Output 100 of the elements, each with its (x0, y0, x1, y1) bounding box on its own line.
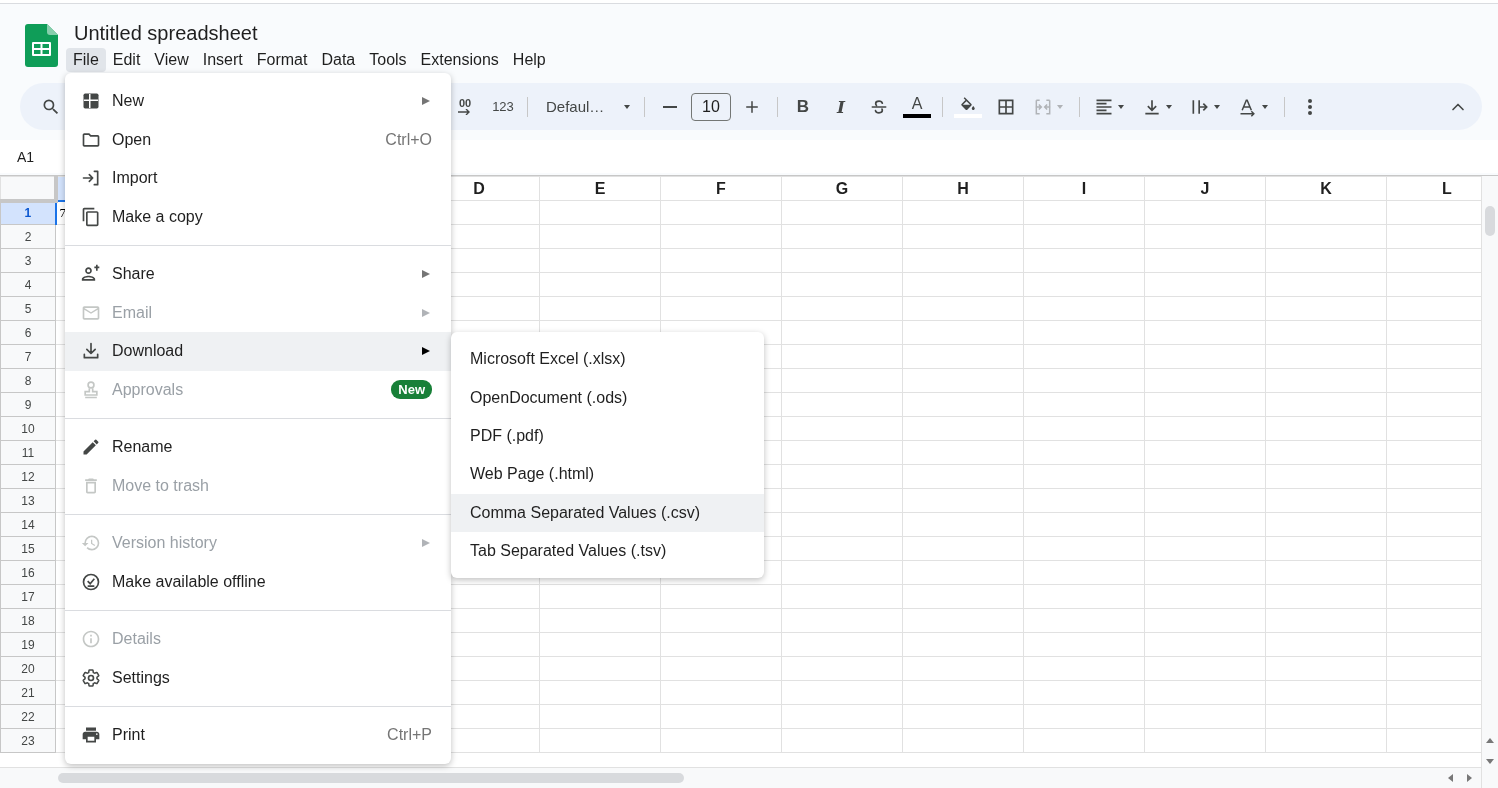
column-header[interactable]: J (1144, 176, 1266, 201)
table-cell[interactable] (781, 344, 903, 369)
table-cell[interactable] (902, 296, 1024, 321)
text-color-button[interactable]: A (903, 92, 931, 121)
row-header[interactable]: 16 (0, 560, 56, 585)
row-header[interactable]: 13 (0, 488, 56, 513)
row-header[interactable]: 22 (0, 704, 56, 729)
column-header[interactable]: I (1023, 176, 1145, 201)
table-cell[interactable] (781, 632, 903, 657)
table-cell[interactable] (781, 248, 903, 273)
table-cell[interactable] (902, 344, 1024, 369)
table-cell[interactable] (1023, 368, 1145, 393)
table-cell[interactable] (902, 440, 1024, 465)
table-cell[interactable] (902, 704, 1024, 729)
table-cell[interactable] (902, 200, 1024, 225)
menu-item[interactable]: Rename (65, 428, 451, 467)
table-cell[interactable] (1265, 632, 1387, 657)
table-cell[interactable] (1265, 584, 1387, 609)
table-cell[interactable] (902, 728, 1024, 753)
menu-item[interactable]: New (65, 82, 451, 121)
table-cell[interactable] (1144, 584, 1266, 609)
table-cell[interactable] (781, 704, 903, 729)
table-cell[interactable] (1144, 320, 1266, 345)
menu-item[interactable]: Edit (105, 48, 148, 72)
table-cell[interactable] (781, 680, 903, 705)
table-cell[interactable] (902, 656, 1024, 681)
row-header[interactable]: 23 (0, 728, 56, 753)
menu-item[interactable]: Open Ctrl+O (65, 120, 451, 159)
table-cell[interactable] (1023, 440, 1145, 465)
row-header[interactable]: 20 (0, 656, 56, 681)
table-cell[interactable] (902, 368, 1024, 393)
row-header[interactable]: 5 (0, 296, 56, 321)
table-cell[interactable] (539, 200, 661, 225)
table-cell[interactable] (1023, 296, 1145, 321)
table-cell[interactable] (902, 536, 1024, 561)
menu-item[interactable]: Comma Separated Values (.csv) (451, 493, 764, 532)
table-cell[interactable] (902, 392, 1024, 417)
table-cell[interactable] (781, 416, 903, 441)
table-cell[interactable] (1023, 416, 1145, 441)
table-cell[interactable] (660, 704, 782, 729)
table-cell[interactable] (1144, 248, 1266, 273)
table-cell[interactable] (660, 296, 782, 321)
column-header[interactable]: G (781, 176, 903, 201)
table-cell[interactable] (1023, 224, 1145, 249)
table-cell[interactable] (660, 608, 782, 633)
table-cell[interactable] (1265, 464, 1387, 489)
table-cell[interactable] (902, 320, 1024, 345)
row-header[interactable]: 8 (0, 368, 56, 393)
table-cell[interactable] (1265, 392, 1387, 417)
table-cell[interactable] (539, 728, 661, 753)
table-cell[interactable] (1144, 512, 1266, 537)
menu-item[interactable]: Share (65, 255, 451, 294)
table-cell[interactable] (781, 392, 903, 417)
row-header[interactable]: 17 (0, 584, 56, 609)
table-cell[interactable] (1265, 512, 1387, 537)
table-cell[interactable] (660, 200, 782, 225)
row-header[interactable]: 2 (0, 224, 56, 249)
table-cell[interactable] (781, 296, 903, 321)
table-cell[interactable] (1265, 536, 1387, 561)
font-dropdown[interactable]: Defaul… (534, 92, 638, 121)
table-cell[interactable] (1023, 392, 1145, 417)
table-cell[interactable] (902, 488, 1024, 513)
horizontal-scrollbar[interactable] (0, 767, 1481, 788)
table-cell[interactable] (781, 584, 903, 609)
table-cell[interactable] (1265, 200, 1387, 225)
menu-item[interactable]: Data (314, 48, 363, 72)
menu-item[interactable]: Make available offline (65, 562, 451, 601)
table-cell[interactable] (1144, 296, 1266, 321)
table-cell[interactable] (1265, 248, 1387, 273)
bold-button[interactable]: B (789, 92, 817, 121)
row-header[interactable]: 7 (0, 344, 56, 369)
row-header[interactable]: 18 (0, 608, 56, 633)
table-cell[interactable] (1144, 464, 1266, 489)
table-cell[interactable] (1144, 536, 1266, 561)
menu-item[interactable]: Web Page (.html) (451, 455, 764, 494)
number-format-button[interactable]: 123 (485, 92, 521, 121)
table-cell[interactable] (902, 416, 1024, 441)
document-title[interactable]: Untitled spreadsheet (73, 20, 259, 46)
table-cell[interactable] (660, 656, 782, 681)
table-cell[interactable] (1023, 488, 1145, 513)
table-cell[interactable] (781, 224, 903, 249)
table-cell[interactable] (660, 248, 782, 273)
table-cell[interactable] (1144, 632, 1266, 657)
table-cell[interactable] (1265, 440, 1387, 465)
column-header[interactable]: K (1265, 176, 1387, 201)
table-cell[interactable] (781, 272, 903, 297)
row-header[interactable]: 9 (0, 392, 56, 417)
table-cell[interactable] (902, 224, 1024, 249)
menu-item[interactable]: Print Ctrl+P (65, 716, 451, 755)
table-cell[interactable] (539, 584, 661, 609)
row-header[interactable]: 19 (0, 632, 56, 657)
table-cell[interactable] (1144, 272, 1266, 297)
table-cell[interactable] (1144, 344, 1266, 369)
table-cell[interactable] (660, 680, 782, 705)
table-cell[interactable] (781, 608, 903, 633)
row-header[interactable]: 4 (0, 272, 56, 297)
table-cell[interactable] (1023, 608, 1145, 633)
row-header[interactable]: 14 (0, 512, 56, 537)
table-cell[interactable] (1023, 536, 1145, 561)
scroll-down-icon[interactable] (1486, 759, 1494, 764)
